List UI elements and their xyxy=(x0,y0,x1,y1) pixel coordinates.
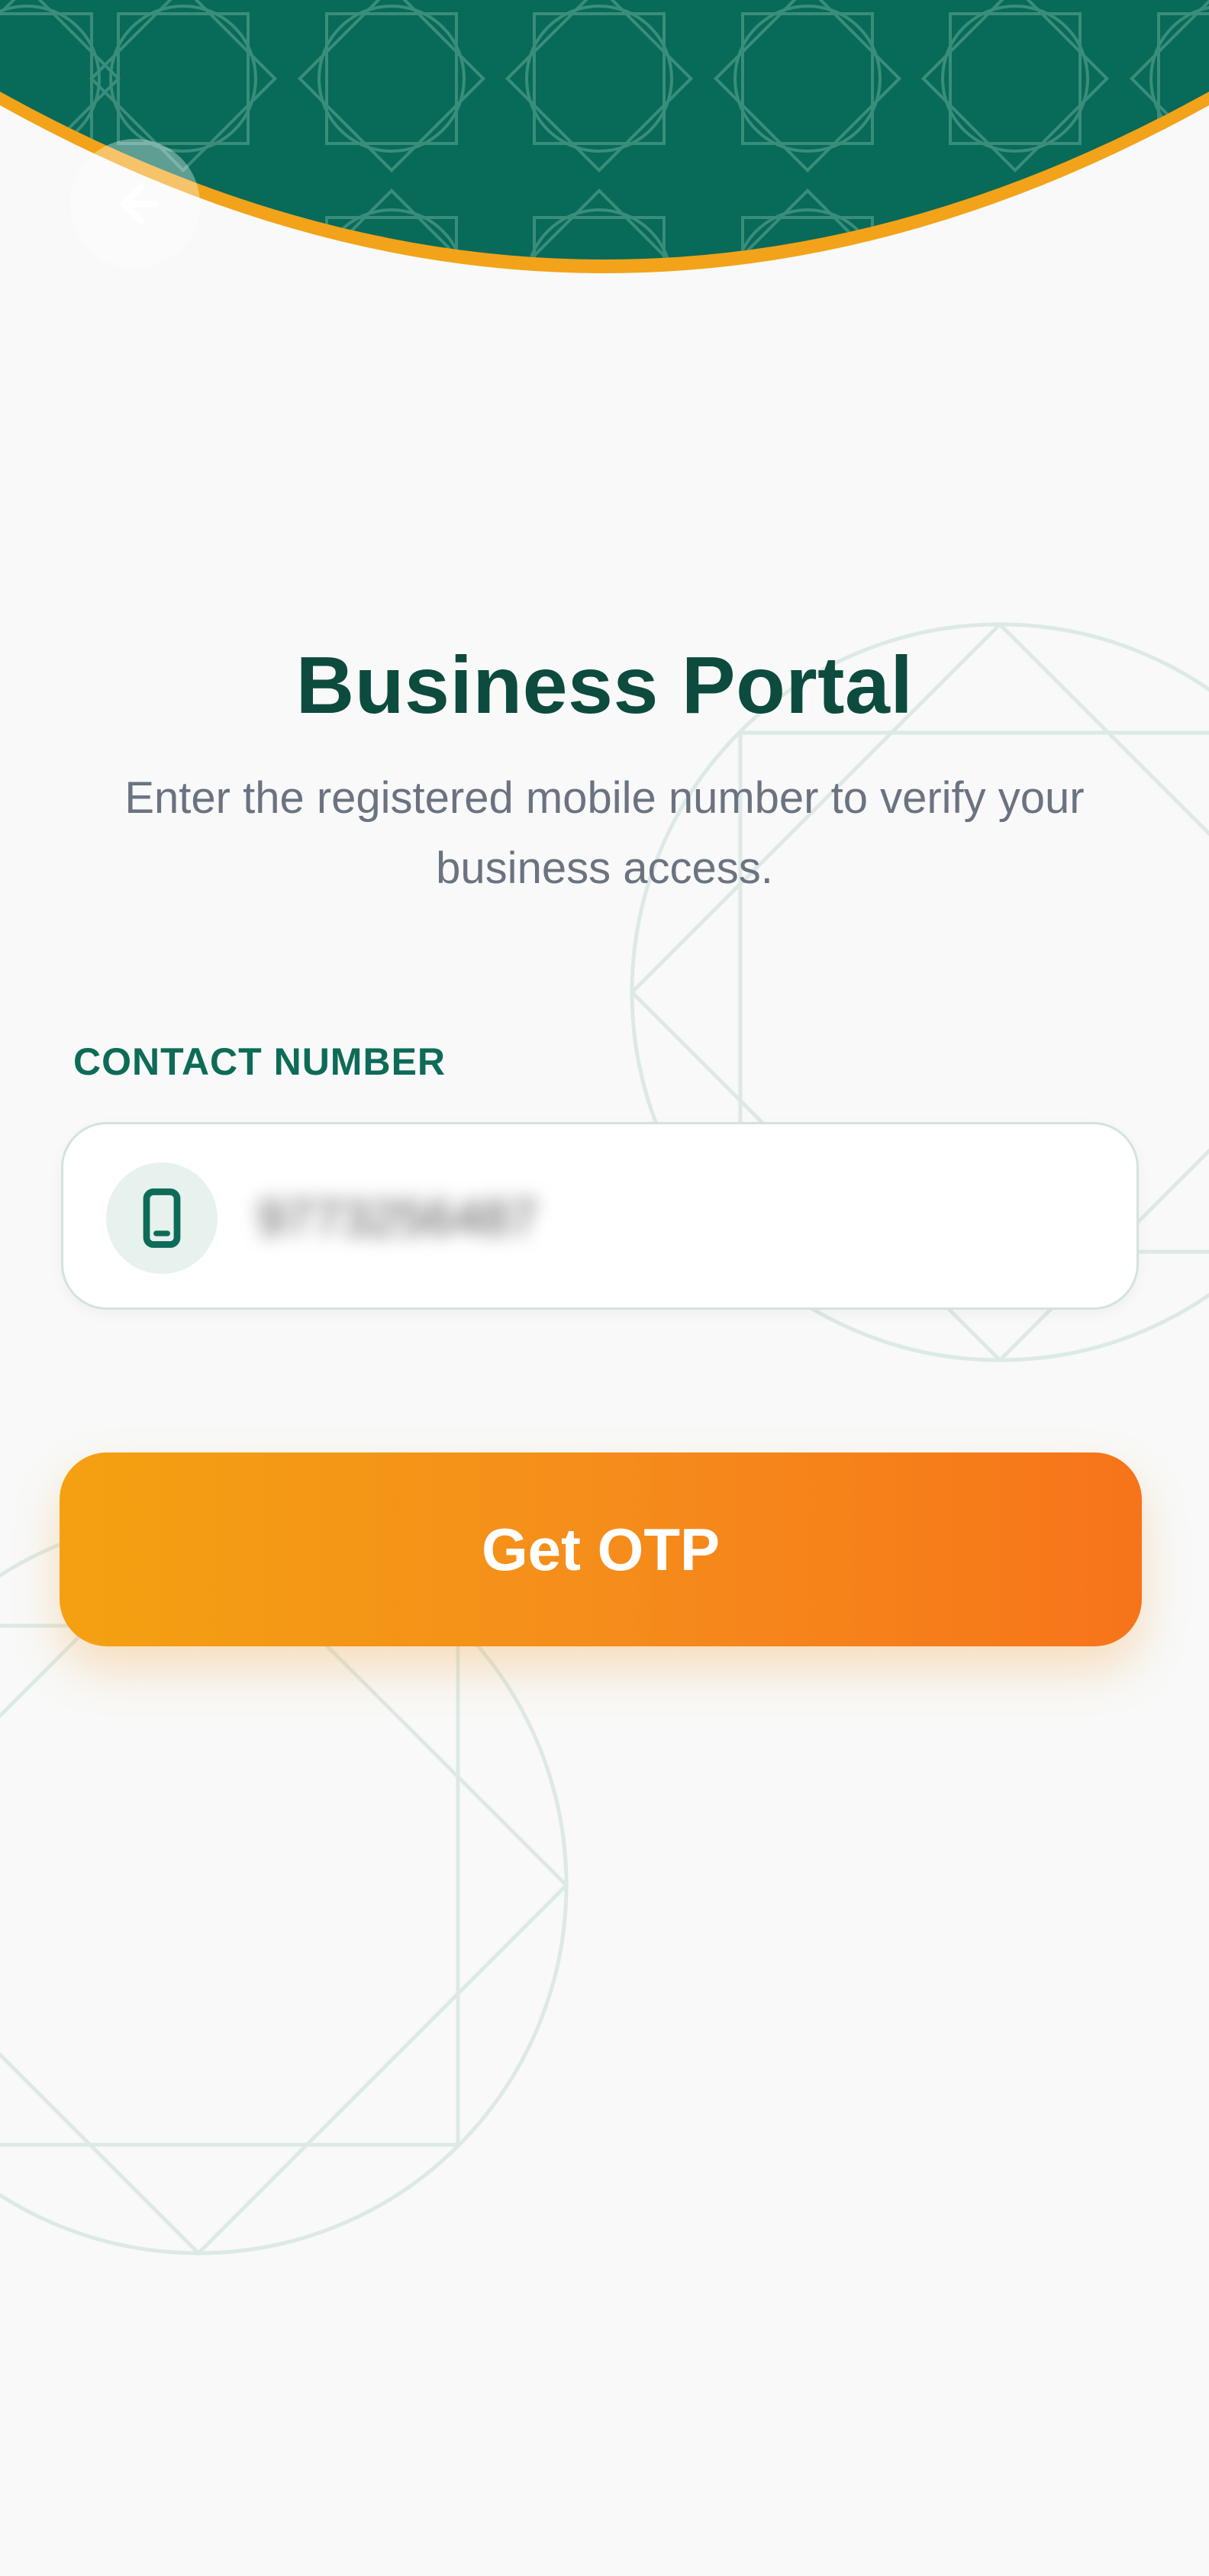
login-screen: Business Portal Enter the registered mob… xyxy=(0,0,1209,2576)
page-title: Business Portal xyxy=(295,640,914,730)
back-button[interactable] xyxy=(70,139,200,269)
contact-number-label: CONTACT NUMBER xyxy=(73,1040,447,1083)
contact-number-value[interactable]: 9773256487 xyxy=(257,1179,791,1256)
get-otp-label: Get OTP xyxy=(481,1515,721,1583)
mobile-phone-icon xyxy=(143,1188,181,1248)
get-otp-button[interactable]: Get OTP xyxy=(60,1452,1142,1646)
back-arrow-icon xyxy=(121,182,159,225)
phone-icon-badge xyxy=(106,1162,218,1274)
contact-number-field[interactable]: 9773256487 xyxy=(61,1122,1139,1310)
page-subtitle: Enter the registered mobile number to ve… xyxy=(124,773,1085,893)
